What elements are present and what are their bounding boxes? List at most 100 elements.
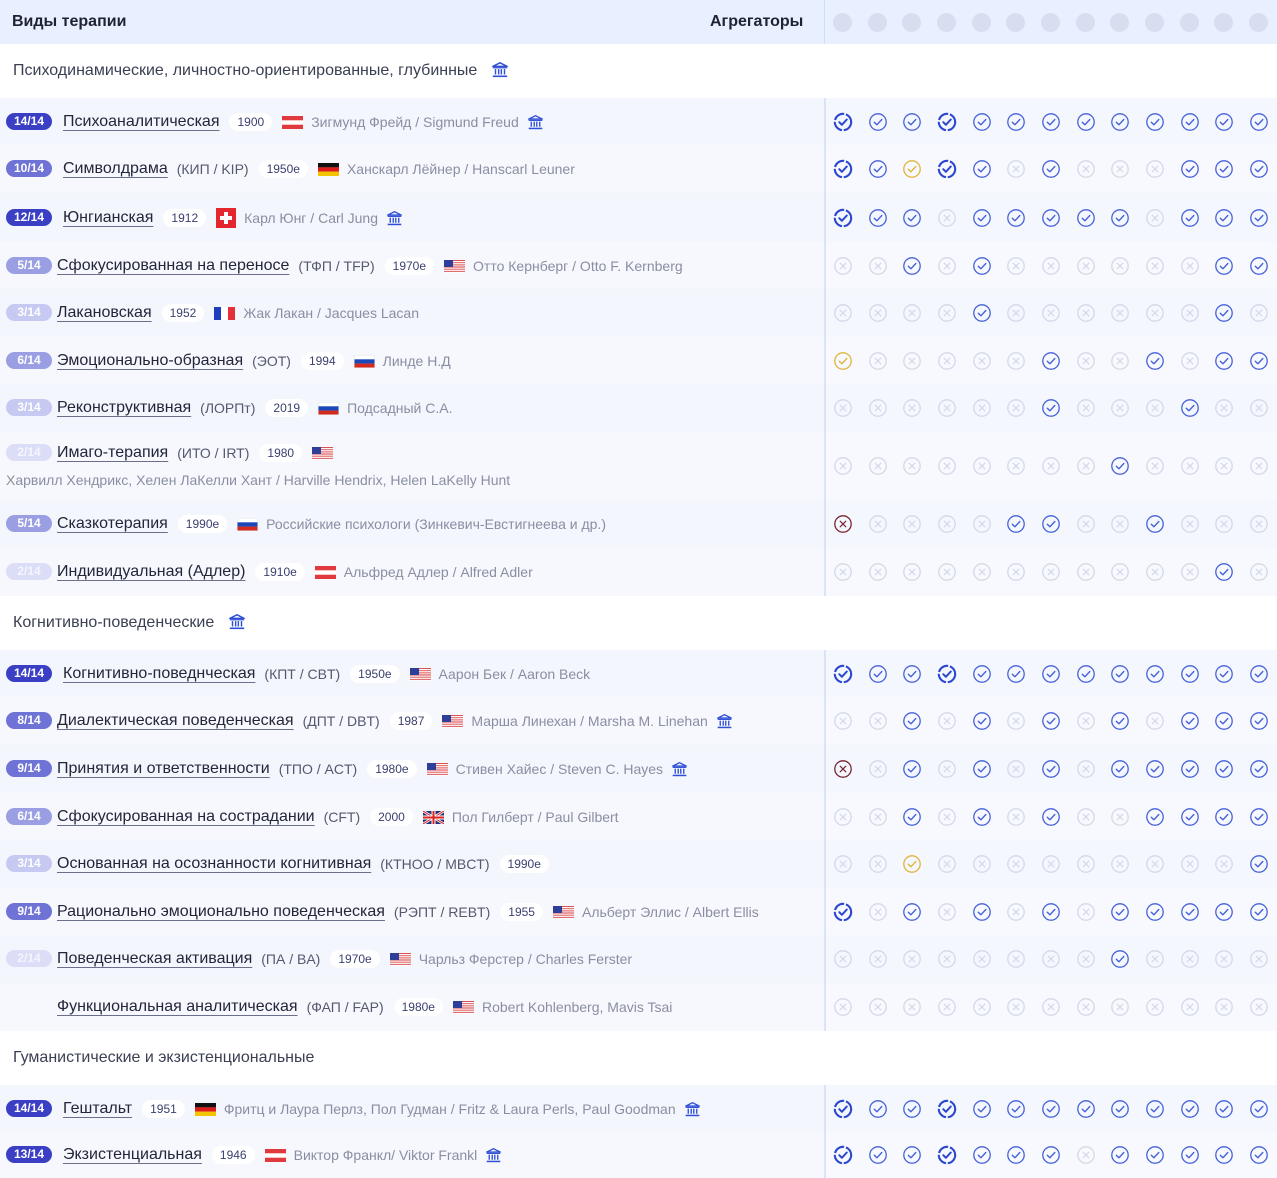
cross-inactive-icon[interactable] <box>1041 456 1061 476</box>
cross-inactive-icon[interactable] <box>937 902 957 922</box>
cross-inactive-icon[interactable] <box>1006 902 1026 922</box>
aggregator-logo-placeholder[interactable] <box>1249 13 1268 32</box>
cross-inactive-icon[interactable] <box>1249 303 1269 323</box>
cross-inactive-icon[interactable] <box>1145 997 1165 1017</box>
check-icon[interactable] <box>1041 159 1061 179</box>
check-icon[interactable] <box>1006 1145 1026 1165</box>
therapy-name-link[interactable]: Психоаналитическая <box>63 113 219 131</box>
cross-inactive-icon[interactable] <box>1145 562 1165 582</box>
check-icon[interactable] <box>1180 1099 1200 1119</box>
check-icon[interactable] <box>972 711 992 731</box>
check-icon[interactable] <box>902 664 922 684</box>
cross-inactive-icon[interactable] <box>833 997 853 1017</box>
cross-inactive-icon[interactable] <box>1145 456 1165 476</box>
cross-inactive-icon[interactable] <box>833 807 853 827</box>
cross-inactive-icon[interactable] <box>1041 256 1061 276</box>
check-icon[interactable] <box>1041 351 1061 371</box>
check-icon[interactable] <box>1249 256 1269 276</box>
check-icon[interactable] <box>1041 1099 1061 1119</box>
cross-inactive-icon[interactable] <box>1145 711 1165 731</box>
aggregator-logo-placeholder[interactable] <box>1041 13 1060 32</box>
table-row[interactable]: 6/14 Сфокусированная на сострадании (CFT) 2… <box>0 793 1277 840</box>
cross-inactive-icon[interactable] <box>937 303 957 323</box>
check-icon[interactable] <box>1180 902 1200 922</box>
check-icon[interactable] <box>1180 664 1200 684</box>
table-row[interactable]: 3/14 Реконструктивная (ЛОРПт) 2019 Подсадный… <box>0 384 1277 432</box>
check-icon[interactable] <box>1180 711 1200 731</box>
therapy-name-link[interactable]: Экзистенциальная <box>63 1146 202 1164</box>
cross-inactive-icon[interactable] <box>1180 562 1200 582</box>
check-icon[interactable] <box>972 759 992 779</box>
check-icon[interactable] <box>1249 854 1269 874</box>
table-row[interactable]: 10/14 Символдрама (КИП / KIP) 1950е Ханскарл… <box>0 145 1277 193</box>
cross-inactive-icon[interactable] <box>937 562 957 582</box>
museum-icon[interactable] <box>671 761 688 778</box>
aggregator-logo-placeholder[interactable] <box>1214 13 1233 32</box>
table-row[interactable]: 13/14 Экзистенциальная 1946 Виктор Франкл/ … <box>0 1132 1277 1178</box>
aggregator-logo-placeholder[interactable] <box>868 13 887 32</box>
check-icon[interactable] <box>972 1145 992 1165</box>
cross-inactive-icon[interactable] <box>1006 562 1026 582</box>
cross-inactive-icon[interactable] <box>937 949 957 969</box>
aggregator-logo-placeholder[interactable] <box>1180 13 1199 32</box>
check-icon[interactable] <box>1214 711 1234 731</box>
cross-inactive-icon[interactable] <box>868 949 888 969</box>
cross-inactive-icon[interactable] <box>972 562 992 582</box>
cross-inactive-icon[interactable] <box>868 398 888 418</box>
museum-icon[interactable] <box>491 61 509 79</box>
check-icon[interactable] <box>1249 664 1269 684</box>
check-icon[interactable] <box>1145 1145 1165 1165</box>
check-bold-icon[interactable] <box>833 1145 853 1165</box>
check-icon[interactable] <box>1041 902 1061 922</box>
check-icon[interactable] <box>1110 711 1130 731</box>
cross-inactive-icon[interactable] <box>833 303 853 323</box>
check-bold-icon[interactable] <box>833 1099 853 1119</box>
check-icon[interactable] <box>868 1099 888 1119</box>
check-icon[interactable] <box>1214 303 1234 323</box>
check-icon[interactable] <box>1110 112 1130 132</box>
aggregator-logo-placeholder[interactable] <box>937 13 956 32</box>
cross-inactive-icon[interactable] <box>902 456 922 476</box>
cross-inactive-icon[interactable] <box>1180 997 1200 1017</box>
cross-inactive-icon[interactable] <box>1249 997 1269 1017</box>
cross-inactive-icon[interactable] <box>937 398 957 418</box>
cross-inactive-icon[interactable] <box>937 456 957 476</box>
cross-inactive-icon[interactable] <box>1180 351 1200 371</box>
cross-inactive-icon[interactable] <box>1180 456 1200 476</box>
table-row[interactable]: 8/14 Диалектическая поведенческая (ДПТ / D… <box>0 697 1277 745</box>
cross-inactive-icon[interactable] <box>937 256 957 276</box>
cross-inactive-icon[interactable] <box>1076 949 1096 969</box>
check-icon[interactable] <box>1249 711 1269 731</box>
table-row[interactable]: 3/14 Основанная на осознанности когнитивн… <box>0 840 1277 888</box>
therapy-name-link[interactable]: Индивидуальная (Адлер) <box>57 563 245 581</box>
cross-inactive-icon[interactable] <box>1110 854 1130 874</box>
check-icon[interactable] <box>1214 759 1234 779</box>
cross-inactive-icon[interactable] <box>868 456 888 476</box>
check-bold-icon[interactable] <box>937 112 957 132</box>
check-icon[interactable] <box>1214 112 1234 132</box>
therapy-name-link[interactable]: Когнитивно-поведнческая <box>63 665 255 683</box>
check-icon[interactable] <box>1249 208 1269 228</box>
check-icon[interactable] <box>902 1145 922 1165</box>
check-icon[interactable] <box>1110 1099 1130 1119</box>
check-icon[interactable] <box>1249 807 1269 827</box>
cross-inactive-icon[interactable] <box>1076 351 1096 371</box>
cross-inactive-icon[interactable] <box>868 514 888 534</box>
cross-inactive-icon[interactable] <box>1006 759 1026 779</box>
check-icon[interactable] <box>868 159 888 179</box>
cross-inactive-icon[interactable] <box>833 949 853 969</box>
cross-inactive-icon[interactable] <box>1076 711 1096 731</box>
cross-inactive-icon[interactable] <box>1041 949 1061 969</box>
check-icon[interactable] <box>1180 159 1200 179</box>
check-bold-icon[interactable] <box>833 902 853 922</box>
check-icon[interactable] <box>1110 208 1130 228</box>
check-icon[interactable] <box>1041 711 1061 731</box>
therapy-name-link[interactable]: Эмоционально-образная <box>57 352 243 370</box>
cross-inactive-icon[interactable] <box>833 256 853 276</box>
check-warning-icon[interactable] <box>833 351 853 371</box>
cross-inactive-icon[interactable] <box>1249 949 1269 969</box>
check-bold-icon[interactable] <box>937 664 957 684</box>
cross-rejected-icon[interactable] <box>833 759 853 779</box>
cross-inactive-icon[interactable] <box>1110 997 1130 1017</box>
check-icon[interactable] <box>902 1099 922 1119</box>
